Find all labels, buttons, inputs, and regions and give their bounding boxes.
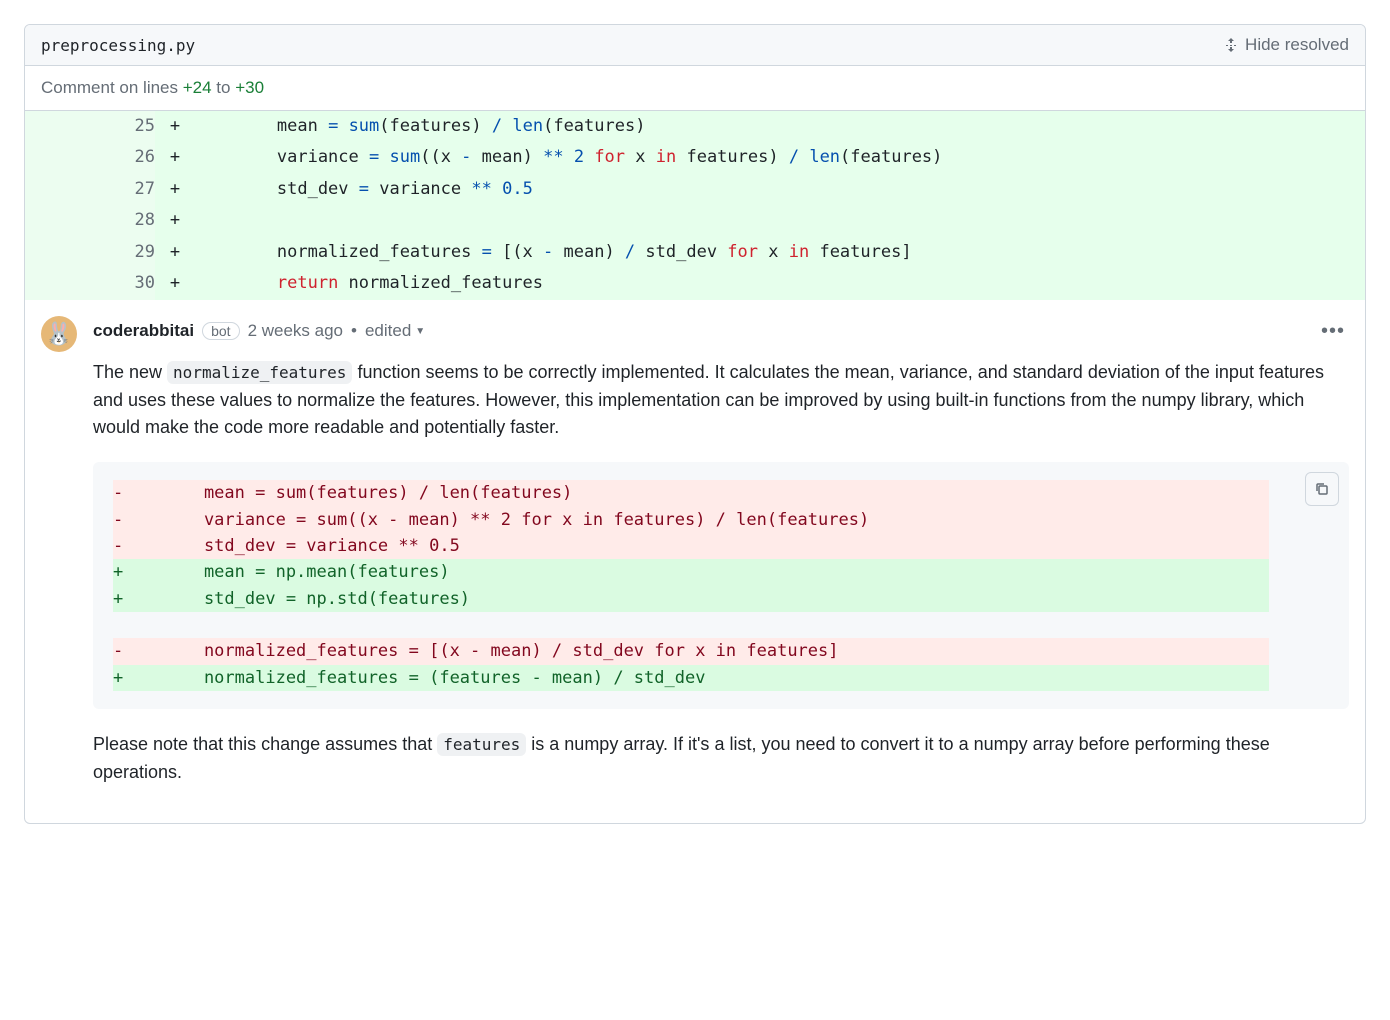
code-text: variance = sum((x - mean) ** 2 for x in … xyxy=(163,507,1269,533)
code-text: normalized_features = [(x - mean) / std_… xyxy=(163,638,1269,664)
diff-marker xyxy=(113,612,163,638)
line-range-end: +30 xyxy=(235,78,264,97)
hide-resolved-button[interactable]: Hide resolved xyxy=(1223,35,1349,55)
code-text: std_dev = np.std(features) xyxy=(163,586,1269,612)
copy-icon xyxy=(1314,481,1330,497)
line-number[interactable]: 29 xyxy=(25,237,155,268)
text-fragment: Please note that this change assumes tha… xyxy=(93,734,437,754)
suggestion-line: - normalized_features = [(x - mean) / st… xyxy=(113,638,1269,664)
line-range-prefix: Comment on lines xyxy=(41,78,183,97)
line-number[interactable]: 27 xyxy=(25,174,155,205)
kebab-menu-icon[interactable]: ••• xyxy=(1317,316,1349,347)
edited-dropdown[interactable]: edited ▼ xyxy=(365,321,425,341)
comment-header: coderabbitai bot 2 weeks ago • edited ▼ … xyxy=(93,316,1349,347)
line-range-start: +24 xyxy=(183,78,212,97)
diff-marker: - xyxy=(113,507,163,533)
line-number[interactable]: 30 xyxy=(25,268,155,299)
comment: 🐰 coderabbitai bot 2 weeks ago • edited … xyxy=(25,300,1365,823)
line-range-label: Comment on lines +24 to +30 xyxy=(25,66,1365,111)
diff-hunk: 25+ mean = sum(features) / len(features)… xyxy=(25,111,1365,300)
line-number[interactable]: 26 xyxy=(25,142,155,173)
text-fragment: The new xyxy=(93,362,167,382)
code-cell: normalized_features = [(x - mean) / std_… xyxy=(195,237,1365,268)
suggestion-line: - variance = sum((x - mean) ** 2 for x i… xyxy=(113,507,1269,533)
diff-marker: + xyxy=(155,111,195,142)
suggestion-line: - mean = sum(features) / len(features) xyxy=(113,480,1269,506)
comment-main: coderabbitai bot 2 weeks ago • edited ▼ … xyxy=(93,316,1349,807)
code-cell: std_dev = variance ** 0.5 xyxy=(195,174,1365,205)
diff-marker: + xyxy=(155,142,195,173)
comment-paragraph-1: The new normalize_features function seem… xyxy=(93,359,1349,443)
suggestion-line: + normalized_features = (features - mean… xyxy=(113,665,1269,691)
code-text: std_dev = variance ** 0.5 xyxy=(163,533,1269,559)
edited-label: edited xyxy=(365,321,411,341)
diff-marker: - xyxy=(113,638,163,664)
line-range-to: to xyxy=(212,78,236,97)
hide-resolved-label: Hide resolved xyxy=(1245,35,1349,55)
copy-button[interactable] xyxy=(1305,472,1339,506)
code-cell xyxy=(195,205,1365,236)
code-text: normalized_features = (features - mean) … xyxy=(163,665,1269,691)
diff-marker: - xyxy=(113,480,163,506)
code-text xyxy=(163,612,1269,638)
code-cell: return normalized_features xyxy=(195,268,1365,299)
diff-marker: + xyxy=(113,559,163,585)
suggestion-line: + std_dev = np.std(features) xyxy=(113,586,1269,612)
diff-marker: + xyxy=(155,205,195,236)
code-text: mean = sum(features) / len(features) xyxy=(163,480,1269,506)
review-thread: preprocessing.py Hide resolved Comment o… xyxy=(24,24,1366,824)
code-cell: variance = sum((x - mean) ** 2 for x in … xyxy=(195,142,1365,173)
diff-marker: + xyxy=(155,174,195,205)
line-number[interactable]: 25 xyxy=(25,111,155,142)
diff-marker: + xyxy=(155,268,195,299)
diff-line: 29+ normalized_features = [(x - mean) / … xyxy=(25,237,1365,268)
diff-line: 28+ xyxy=(25,205,1365,236)
diff-line: 25+ mean = sum(features) / len(features) xyxy=(25,111,1365,142)
comment-paragraph-2: Please note that this change assumes tha… xyxy=(93,731,1349,787)
inline-code: normalize_features xyxy=(167,361,352,384)
diff-marker: - xyxy=(113,533,163,559)
line-number[interactable]: 28 xyxy=(25,205,155,236)
file-name: preprocessing.py xyxy=(41,36,195,55)
diff-marker: + xyxy=(113,665,163,691)
diff-marker: + xyxy=(155,237,195,268)
suggestion-block: - mean = sum(features) / len(features)- … xyxy=(93,462,1349,709)
diff-marker: + xyxy=(113,586,163,612)
suggestion-line: - std_dev = variance ** 0.5 xyxy=(113,533,1269,559)
comment-timestamp[interactable]: 2 weeks ago xyxy=(248,321,343,341)
diff-line: 26+ variance = sum((x - mean) ** 2 for x… xyxy=(25,142,1365,173)
caret-down-icon: ▼ xyxy=(415,326,425,337)
code-text: mean = np.mean(features) xyxy=(163,559,1269,585)
code-cell: mean = sum(features) / len(features) xyxy=(195,111,1365,142)
suggestion-line: + mean = np.mean(features) xyxy=(113,559,1269,585)
comment-author[interactable]: coderabbitai xyxy=(93,321,194,341)
separator-dot: • xyxy=(351,321,357,341)
unfold-icon xyxy=(1223,37,1239,53)
bot-badge: bot xyxy=(202,322,239,340)
diff-line: 30+ return normalized_features xyxy=(25,268,1365,299)
file-header: preprocessing.py Hide resolved xyxy=(25,25,1365,66)
diff-line: 27+ std_dev = variance ** 0.5 xyxy=(25,174,1365,205)
suggestion-line xyxy=(113,612,1269,638)
avatar[interactable]: 🐰 xyxy=(41,316,77,352)
inline-code: features xyxy=(437,733,526,756)
